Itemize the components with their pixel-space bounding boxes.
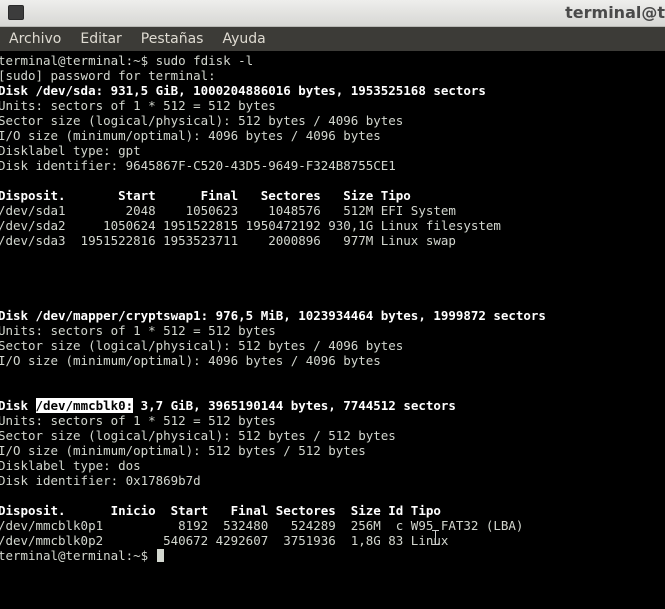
terminal-line: I/O size (minimum/optimal): 512 bytes / … — [0, 443, 366, 458]
terminal-line: Disposit. Start Final Sectores Size Tipo — [0, 188, 411, 203]
terminal-line: [sudo] password for terminal: — [0, 68, 216, 83]
terminal-line: Sector size (logical/physical): 512 byte… — [0, 428, 396, 443]
terminal-line: Units: sectors of 1 * 512 = 512 bytes — [0, 98, 276, 113]
terminal-line: I/O size (minimum/optimal): 4096 bytes /… — [0, 353, 381, 368]
terminal-line: Disklabel type: gpt — [0, 143, 141, 158]
terminal-text: terminal@terminal:~$ sudo fdisk -l [sudo]… — [0, 53, 546, 563]
terminal-line: Disk /dev/sda: 931,5 GiB, 1000204886016 … — [0, 83, 486, 98]
terminal-line: Disposit. Inicio Start Final Sectores Si… — [0, 503, 441, 518]
terminal-line: Disk /dev/mmcblk0: 3,7 GiB, 3965190144 b… — [0, 398, 456, 413]
terminal-line: Disk /dev/mapper/cryptswap1: 976,5 MiB, … — [0, 308, 546, 323]
terminal-line: Sector size (logical/physical): 512 byte… — [0, 338, 404, 353]
terminal-line: Disklabel type: dos — [0, 458, 141, 473]
terminal-line: /dev/sda1 2048 1050623 1048576 512M EFI … — [0, 203, 456, 218]
terminal-line: /dev/sda3 1951522816 1953523711 2000896 … — [0, 233, 456, 248]
terminal-line: Units: sectors of 1 * 512 = 512 bytes — [0, 323, 276, 338]
terminal-line: /dev/sda2 1050624 1951522815 1950472192 … — [0, 218, 501, 233]
terminal-output[interactable]: terminal@terminal:~$ sudo fdisk -l [sudo]… — [0, 51, 665, 609]
terminal-line: terminal@terminal:~$ sudo fdisk -l — [0, 53, 254, 68]
menu-ayuda[interactable]: Ayuda — [213, 27, 275, 51]
menu-bar: Archivo Editar Pestañas Ayuda — [0, 27, 665, 51]
selected-text: /dev/mmcblk0: — [35, 398, 134, 413]
terminal-line: /dev/mmcblk0p2 540672 4292607 3751936 1,… — [0, 533, 449, 548]
terminal-line: Disk identifier: 9645867F-C520-43D5-9649… — [0, 158, 396, 173]
terminal-line: Sector size (logical/physical): 512 byte… — [0, 113, 404, 128]
terminal-line: Units: sectors of 1 * 512 = 512 bytes — [0, 413, 276, 428]
terminal-cursor — [156, 549, 164, 562]
terminal-window-icon[interactable] — [8, 5, 24, 20]
menu-pestanas[interactable]: Pestañas — [132, 27, 214, 51]
terminal-line: terminal@terminal:~$ — [0, 548, 546, 563]
terminal-line: I/O size (minimum/optimal): 4096 bytes /… — [0, 128, 381, 143]
menu-editar[interactable]: Editar — [71, 27, 131, 51]
title-bar[interactable]: terminal@t — [0, 0, 665, 27]
window-title: terminal@t — [565, 3, 665, 22]
terminal-line: /dev/mmcblk0p1 8192 532480 524289 256M c… — [0, 518, 524, 533]
text-cursor-ibeam-icon — [431, 530, 440, 545]
terminal-line: Disk identifier: 0x17869b7d — [0, 473, 201, 488]
menu-archivo[interactable]: Archivo — [0, 27, 71, 51]
